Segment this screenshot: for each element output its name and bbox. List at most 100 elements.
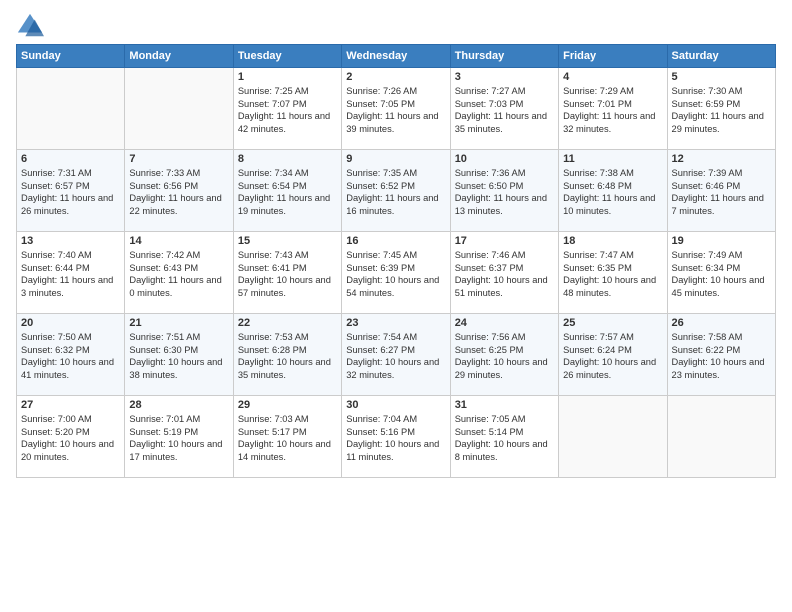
day-info: Sunrise: 7:42 AMSunset: 6:43 PMDaylight:… [129,249,228,299]
day-cell: 11 Sunrise: 7:38 AMSunset: 6:48 PMDayligh… [559,150,667,232]
day-number: 5 [672,71,771,83]
page-container: SundayMondayTuesdayWednesdayThursdayFrid… [0,0,792,486]
day-number: 22 [238,317,337,329]
day-cell: 9 Sunrise: 7:35 AMSunset: 6:52 PMDaylight… [342,150,450,232]
day-number: 31 [455,399,554,411]
day-number: 12 [672,153,771,165]
day-number: 29 [238,399,337,411]
day-number: 19 [672,235,771,247]
day-info: Sunrise: 7:56 AMSunset: 6:25 PMDaylight:… [455,331,554,381]
day-number: 17 [455,235,554,247]
day-number: 27 [21,399,120,411]
day-number: 15 [238,235,337,247]
day-number: 3 [455,71,554,83]
day-number: 1 [238,71,337,83]
day-info: Sunrise: 7:45 AMSunset: 6:39 PMDaylight:… [346,249,445,299]
column-header-thursday: Thursday [450,45,558,68]
day-number: 9 [346,153,445,165]
day-cell: 3Sunrise: 7:27 AMSunset: 7:03 PMDaylight… [450,68,558,150]
day-cell: 26 Sunrise: 7:58 AMSunset: 6:22 PMDayligh… [667,314,775,396]
day-info: Sunrise: 7:47 AMSunset: 6:35 PMDaylight:… [563,249,662,299]
day-info: Sunrise: 7:31 AMSunset: 6:57 PMDaylight:… [21,167,120,217]
day-cell: 22 Sunrise: 7:53 AMSunset: 6:28 PMDayligh… [233,314,341,396]
day-info: Sunrise: 7:57 AMSunset: 6:24 PMDaylight:… [563,331,662,381]
day-cell: 10 Sunrise: 7:36 AMSunset: 6:50 PMDayligh… [450,150,558,232]
day-info: Sunrise: 7:30 AMSunset: 6:59 PMDaylight:… [672,85,771,135]
column-header-wednesday: Wednesday [342,45,450,68]
day-cell [667,396,775,478]
day-number: 24 [455,317,554,329]
day-number: 10 [455,153,554,165]
week-row-5: 27 Sunrise: 7:00 AMSunset: 5:20 PMDayligh… [17,396,776,478]
day-number: 21 [129,317,228,329]
week-row-2: 6 Sunrise: 7:31 AMSunset: 6:57 PMDaylight… [17,150,776,232]
day-cell: 15 Sunrise: 7:43 AMSunset: 6:41 PMDayligh… [233,232,341,314]
day-cell: 7Sunrise: 7:33 AMSunset: 6:56 PMDaylight… [125,150,233,232]
day-info: Sunrise: 7:58 AMSunset: 6:22 PMDaylight:… [672,331,771,381]
column-header-sunday: Sunday [17,45,125,68]
day-info: Sunrise: 7:39 AMSunset: 6:46 PMDaylight:… [672,167,771,217]
day-number: 18 [563,235,662,247]
logo [16,12,46,40]
day-number: 20 [21,317,120,329]
day-info: Sunrise: 7:29 AMSunset: 7:01 PMDaylight:… [563,85,662,135]
day-info: Sunrise: 7:46 AMSunset: 6:37 PMDaylight:… [455,249,554,299]
day-cell: 4 Sunrise: 7:29 AMSunset: 7:01 PMDaylight… [559,68,667,150]
week-row-1: 1 Sunrise: 7:25 AMSunset: 7:07 PMDaylight… [17,68,776,150]
day-number: 25 [563,317,662,329]
logo-icon [16,12,44,40]
day-cell: 17 Sunrise: 7:46 AMSunset: 6:37 PMDayligh… [450,232,558,314]
day-number: 26 [672,317,771,329]
day-cell [17,68,125,150]
day-cell: 30Sunrise: 7:04 AMSunset: 5:16 PMDayligh… [342,396,450,478]
day-number: 14 [129,235,228,247]
day-number: 23 [346,317,445,329]
day-cell: 27 Sunrise: 7:00 AMSunset: 5:20 PMDayligh… [17,396,125,478]
day-info: Sunrise: 7:54 AMSunset: 6:27 PMDaylight:… [346,331,445,381]
day-info: Sunrise: 7:04 AMSunset: 5:16 PMDaylight:… [346,413,445,463]
day-info: Sunrise: 7:40 AMSunset: 6:44 PMDaylight:… [21,249,120,299]
day-number: 11 [563,153,662,165]
day-cell: 8 Sunrise: 7:34 AMSunset: 6:54 PMDaylight… [233,150,341,232]
day-number: 6 [21,153,120,165]
day-cell [125,68,233,150]
column-header-saturday: Saturday [667,45,775,68]
day-cell: 24 Sunrise: 7:56 AMSunset: 6:25 PMDayligh… [450,314,558,396]
day-info: Sunrise: 7:25 AMSunset: 7:07 PMDaylight:… [238,85,337,135]
day-cell: 29 Sunrise: 7:03 AMSunset: 5:17 PMDayligh… [233,396,341,478]
day-info: Sunrise: 7:53 AMSunset: 6:28 PMDaylight:… [238,331,337,381]
day-cell: 14 Sunrise: 7:42 AMSunset: 6:43 PMDayligh… [125,232,233,314]
day-cell: 25 Sunrise: 7:57 AMSunset: 6:24 PMDayligh… [559,314,667,396]
day-info: Sunrise: 7:38 AMSunset: 6:48 PMDaylight:… [563,167,662,217]
day-number: 4 [563,71,662,83]
day-info: Sunrise: 7:01 AMSunset: 5:19 PMDaylight:… [129,413,228,463]
week-row-4: 20Sunrise: 7:50 AMSunset: 6:32 PMDayligh… [17,314,776,396]
header-row-days: SundayMondayTuesdayWednesdayThursdayFrid… [17,45,776,68]
day-number: 16 [346,235,445,247]
day-cell: 16 Sunrise: 7:45 AMSunset: 6:39 PMDayligh… [342,232,450,314]
day-number: 13 [21,235,120,247]
day-number: 2 [346,71,445,83]
day-info: Sunrise: 7:33 AMSunset: 6:56 PMDaylight:… [129,167,228,217]
day-cell: 2Sunrise: 7:26 AMSunset: 7:05 PMDaylight… [342,68,450,150]
day-cell: 20Sunrise: 7:50 AMSunset: 6:32 PMDayligh… [17,314,125,396]
day-cell: 1 Sunrise: 7:25 AMSunset: 7:07 PMDaylight… [233,68,341,150]
day-info: Sunrise: 7:36 AMSunset: 6:50 PMDaylight:… [455,167,554,217]
day-cell: 12 Sunrise: 7:39 AMSunset: 6:46 PMDayligh… [667,150,775,232]
column-header-monday: Monday [125,45,233,68]
day-info: Sunrise: 7:03 AMSunset: 5:17 PMDaylight:… [238,413,337,463]
day-cell: 31Sunrise: 7:05 AMSunset: 5:14 PMDayligh… [450,396,558,478]
day-cell: 6 Sunrise: 7:31 AMSunset: 6:57 PMDaylight… [17,150,125,232]
day-info: Sunrise: 7:34 AMSunset: 6:54 PMDaylight:… [238,167,337,217]
day-number: 8 [238,153,337,165]
day-cell: 5 Sunrise: 7:30 AMSunset: 6:59 PMDaylight… [667,68,775,150]
day-number: 28 [129,399,228,411]
day-cell: 13 Sunrise: 7:40 AMSunset: 6:44 PMDayligh… [17,232,125,314]
day-info: Sunrise: 7:43 AMSunset: 6:41 PMDaylight:… [238,249,337,299]
day-info: Sunrise: 7:51 AMSunset: 6:30 PMDaylight:… [129,331,228,381]
week-row-3: 13 Sunrise: 7:40 AMSunset: 6:44 PMDayligh… [17,232,776,314]
day-info: Sunrise: 7:35 AMSunset: 6:52 PMDaylight:… [346,167,445,217]
day-cell: 21 Sunrise: 7:51 AMSunset: 6:30 PMDayligh… [125,314,233,396]
day-info: Sunrise: 7:00 AMSunset: 5:20 PMDaylight:… [21,413,120,463]
day-cell: 28 Sunrise: 7:01 AMSunset: 5:19 PMDayligh… [125,396,233,478]
